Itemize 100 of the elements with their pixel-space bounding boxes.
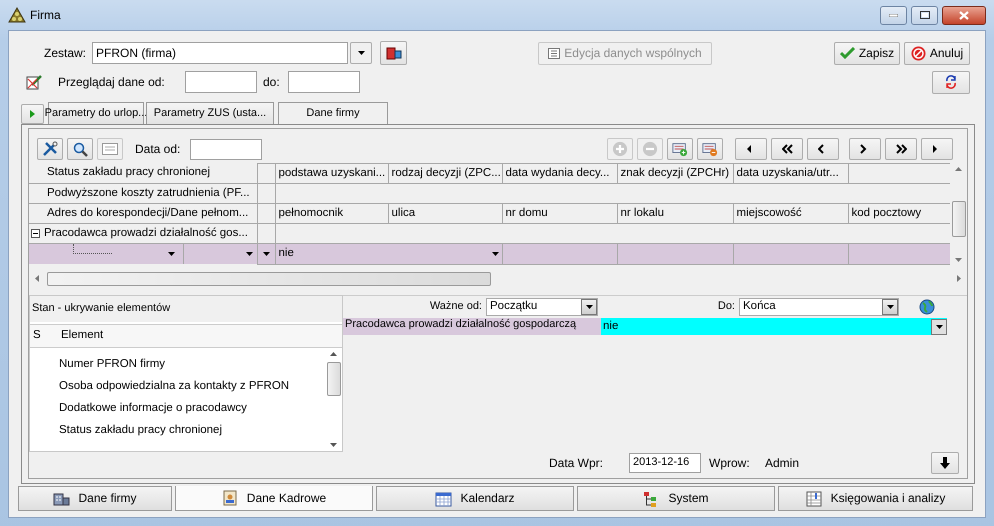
caret-icon: [492, 252, 498, 256]
down-arrow-icon: [330, 443, 337, 447]
last-button[interactable]: [921, 138, 953, 160]
valid-to-select[interactable]: Końca: [739, 298, 899, 316]
add-record-icon: [672, 141, 688, 157]
valid-to-label: Do:: [716, 300, 736, 314]
tab[interactable]: Dane firmy: [278, 102, 388, 124]
tab[interactable]: Księgowania i analizy: [778, 486, 973, 511]
action-button[interactable]: Zapisz: [834, 42, 900, 64]
column-header: nr lokalu: [617, 204, 733, 224]
selected-row[interactable]: nie: [29, 244, 950, 264]
caret-icon: [358, 51, 364, 55]
entered-by-label: Wprow:: [709, 456, 751, 470]
close-button[interactable]: [942, 6, 986, 24]
play-button[interactable]: [21, 104, 44, 124]
caret-icon: [262, 252, 270, 256]
column-header: miejscowość: [733, 204, 848, 224]
column-header: data uzyskania/utr...: [733, 164, 848, 184]
tab[interactable]: Parametry ZUS (usta...: [146, 102, 274, 124]
back-button[interactable]: [807, 138, 839, 160]
column-header: data wydania decy...: [502, 164, 617, 184]
first-button[interactable]: [735, 138, 767, 160]
column-header: znak decyzji (ZPCHr): [617, 164, 733, 184]
column-header: nr domu: [502, 204, 617, 224]
panel-title: Stan - ukrywanie elementów: [30, 296, 342, 322]
tools-icon: [42, 141, 58, 157]
column-header: Element: [60, 329, 104, 343]
list-item[interactable]: Dodatkowe informacje o pracodawcy: [30, 398, 325, 420]
filter-icon: [386, 45, 402, 61]
list-icon: [548, 48, 560, 58]
column-header: S: [32, 329, 42, 343]
field-value[interactable]: nie: [601, 318, 947, 335]
row-label: Podwyższone koszty zatrudnienia (PF...: [47, 186, 250, 200]
zestaw-field[interactable]: PFRON (firma): [92, 42, 348, 64]
row-label: Pracodawca prowadzi działalność gos...: [44, 226, 248, 240]
caret-icon: [246, 252, 252, 256]
dropdown-button[interactable]: [350, 42, 372, 64]
date-from-label: Data od:: [135, 142, 180, 156]
filter-button[interactable]: [380, 41, 407, 65]
left-arrow-icon: [35, 275, 39, 282]
remove-record-button[interactable]: [697, 138, 723, 160]
column-header: pełnomocnik: [275, 204, 388, 224]
fast-forward-icon: [896, 144, 906, 154]
calendar-button[interactable]: [97, 138, 123, 160]
date-field[interactable]: [190, 138, 262, 160]
valid-from-select[interactable]: Początku: [486, 298, 598, 316]
add-record-button[interactable]: [667, 138, 693, 160]
refresh-icon: [944, 75, 958, 89]
tab[interactable]: Dane Kadrowe: [175, 486, 373, 511]
maximize-button[interactable]: [911, 6, 938, 24]
date-entered-field[interactable]: 2013-12-16: [629, 453, 701, 473]
calendar-icon: [102, 143, 118, 155]
ledger-icon: [806, 490, 823, 506]
caret-icon: [936, 324, 942, 328]
caret-icon: [168, 252, 176, 256]
tab[interactable]: Parametry do urlop...: [48, 102, 144, 124]
play-icon: [30, 110, 35, 118]
list-item[interactable]: Numer PFRON firmy: [30, 354, 325, 376]
down-button[interactable]: [931, 452, 959, 474]
globe-icon: [919, 299, 935, 315]
zestaw-label: Zestaw:: [42, 46, 86, 60]
search-button[interactable]: [67, 138, 93, 160]
fast-back-button[interactable]: [771, 138, 803, 160]
list-item[interactable]: Status zakładu pracy chronionej: [30, 420, 325, 442]
column-header: rodzaj decyzji (ZPC...: [388, 164, 502, 184]
row-label: Adres do korespondecji/Dane pełnom...: [47, 206, 248, 220]
scrollbar-thumb[interactable]: [952, 201, 966, 237]
window-title: Firma: [30, 8, 61, 22]
scrollbar-thumb[interactable]: [326, 362, 340, 396]
row-label: Status zakładu pracy chronionej: [47, 166, 210, 180]
collapse-icon: [31, 228, 40, 238]
dropdown-cell[interactable]: [257, 244, 275, 264]
action-button[interactable]: Anuluj: [904, 42, 970, 64]
tools-button[interactable]: [37, 138, 63, 160]
tab[interactable]: Kalendarz: [376, 486, 574, 511]
pyramid-icon: [8, 7, 26, 23]
caret-icon: [886, 305, 894, 309]
tab[interactable]: Dane firmy: [18, 486, 172, 511]
minimize-button[interactable]: [880, 6, 907, 24]
browse-label: Przeglądaj dane od:: [58, 74, 166, 90]
tab[interactable]: System: [577, 486, 775, 511]
right-arrow-icon: [957, 275, 961, 282]
down-arrow-icon: [955, 258, 962, 262]
scrollbar-thumb[interactable]: [47, 272, 491, 286]
value-cell[interactable]: nie: [275, 244, 502, 264]
field-label: Pracodawca prowadzi działalność gospodarczą: [343, 318, 601, 335]
entered-by-value: Admin: [765, 456, 800, 470]
search-icon: [72, 142, 88, 156]
column-header: ulica: [388, 204, 502, 224]
date-to-field[interactable]: [288, 71, 360, 93]
list-item[interactable]: Osoba odpowiedzialna za kontakty z PFRON: [30, 376, 325, 398]
fast-forward-button[interactable]: [885, 138, 917, 160]
up-arrow-icon: [330, 352, 337, 356]
date-from-field[interactable]: [185, 71, 257, 93]
caret-icon: [586, 305, 592, 309]
checkmark-icon: [840, 47, 855, 59]
remove-record-icon: [702, 141, 718, 157]
forward-button[interactable]: [849, 138, 881, 160]
refresh-button[interactable]: [932, 70, 970, 94]
valid-from-label: Ważne od:: [428, 300, 483, 314]
